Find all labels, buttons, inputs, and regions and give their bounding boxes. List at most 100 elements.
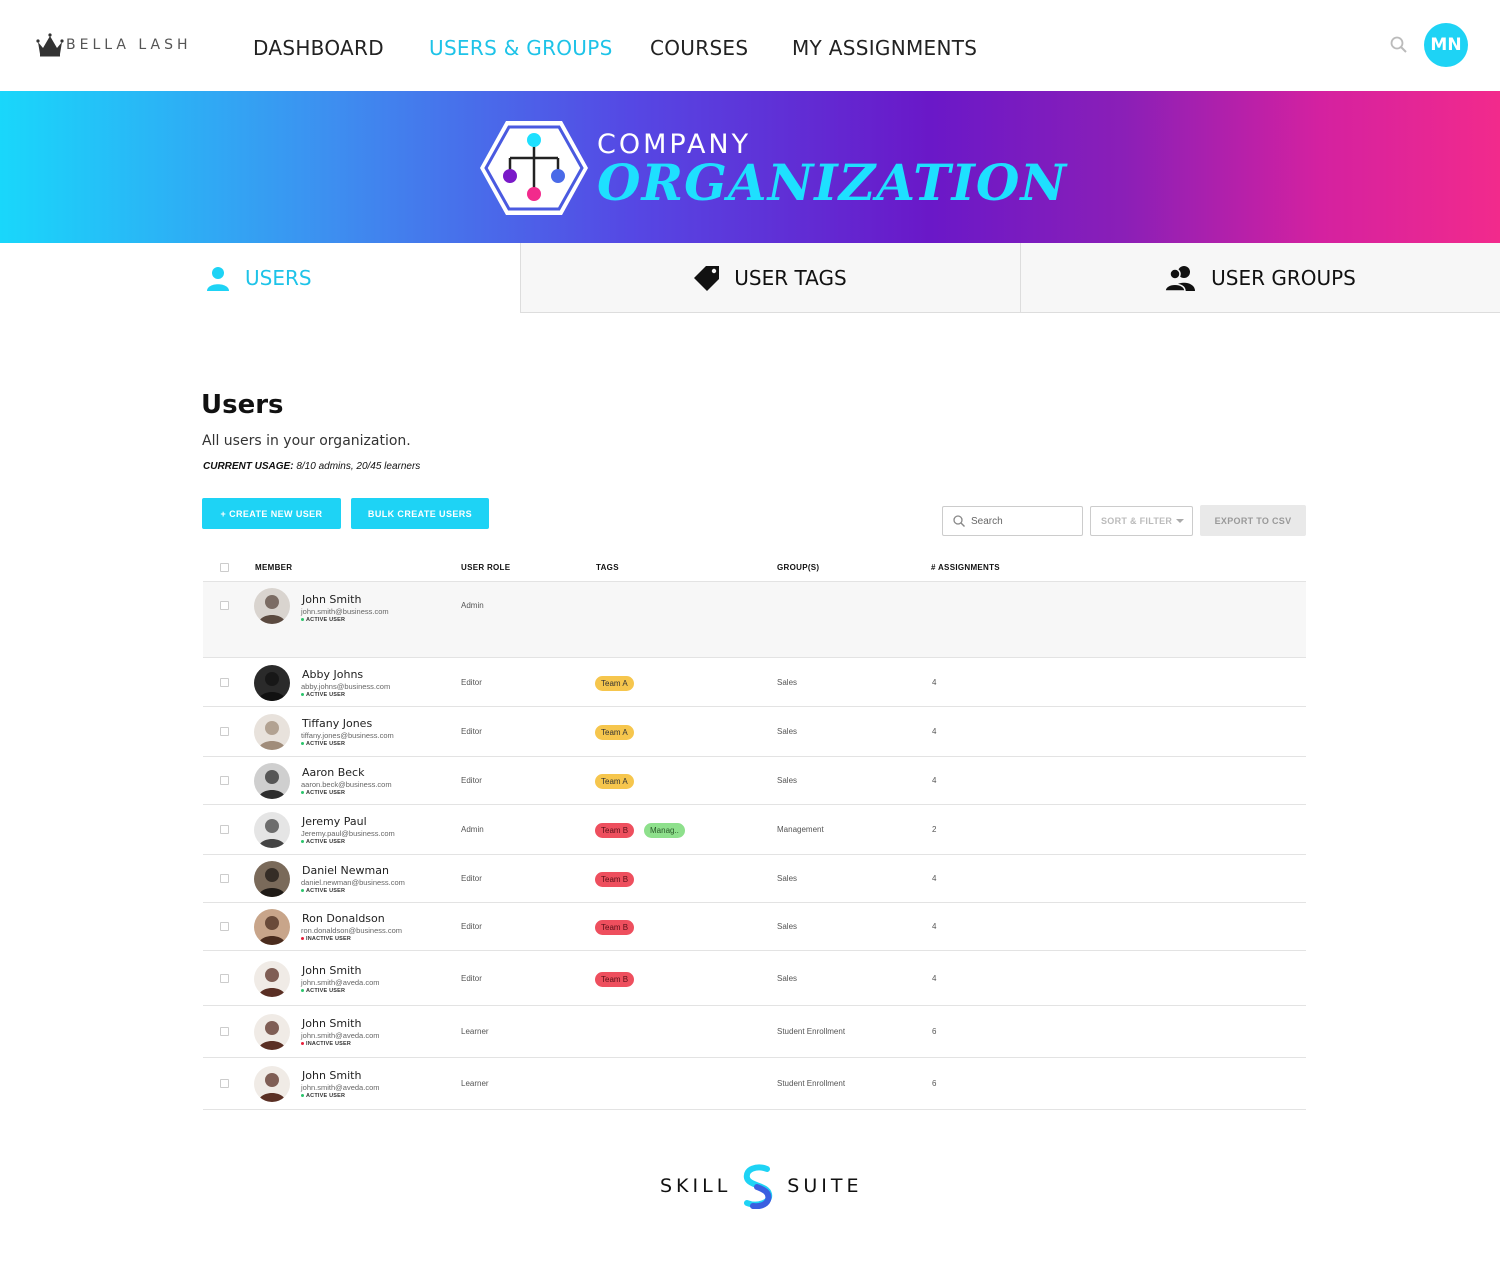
avatar <box>254 861 290 897</box>
usage-value: 8/10 admins, 20/45 learners <box>296 461 421 472</box>
export-csv-button[interactable]: EXPORT TO CSV <box>1200 505 1306 536</box>
tag-badge[interactable]: Manag.. <box>644 823 685 838</box>
status-dot-icon <box>301 1042 304 1046</box>
user-role: Editor <box>461 677 482 687</box>
status-label: ACTIVE USER <box>306 888 346 894</box>
user-group: Sales <box>777 727 798 736</box>
table-row[interactable]: Aaron Beck aaron.beck@business.com ACTIVE … <box>203 757 1306 805</box>
member-email: john.smith@aveda.com <box>301 977 380 987</box>
user-group: Sales <box>777 973 798 983</box>
row-checkbox[interactable] <box>220 776 229 785</box>
column-tags[interactable]: TAGS <box>596 563 619 572</box>
search-input[interactable]: Search <box>942 506 1083 536</box>
avatar <box>254 1014 290 1050</box>
table-row[interactable]: Tiffany Jones tiffany.jones@business.com A… <box>203 707 1306 757</box>
table-row[interactable]: Jeremy Paul Jeremy.paul@business.com ACTIV… <box>203 805 1306 855</box>
row-checkbox[interactable] <box>220 677 229 687</box>
column-assignments[interactable]: # ASSIGNMENTS <box>931 563 1000 572</box>
user-role: Editor <box>461 973 482 983</box>
user-role: Learner <box>461 1027 489 1036</box>
user-role: Learner <box>461 1079 489 1088</box>
create-new-user-button[interactable]: + CREATE NEW USER <box>202 498 341 529</box>
bulk-create-users-button[interactable]: BULK CREATE USERS <box>351 498 489 529</box>
nav-users-groups[interactable]: USERS & GROUPS <box>429 36 613 60</box>
table-row[interactable]: John Smith john.smith@business.com ACTIVE … <box>203 582 1306 658</box>
status-badge: INACTIVE USER <box>301 1041 351 1047</box>
avatar <box>254 714 290 750</box>
avatar <box>254 1066 290 1102</box>
column-member[interactable]: MEMBER <box>255 563 292 572</box>
member-email: john.smith@aveda.com <box>301 1031 380 1040</box>
table-row[interactable]: Daniel Newman daniel.newman@business.com A… <box>203 855 1306 903</box>
table-row[interactable]: Abby Johns abby.johns@business.com ACTIVE … <box>203 658 1306 707</box>
user-group: Management <box>777 825 824 834</box>
search-placeholder: Search <box>971 515 1003 527</box>
org-chart-icon <box>480 121 588 215</box>
status-badge: INACTIVE USER <box>301 936 351 942</box>
row-checkbox[interactable] <box>220 601 229 610</box>
assignment-count: 4 <box>932 922 937 931</box>
status-dot-icon <box>301 840 304 844</box>
tag-badge[interactable]: Team B <box>595 971 635 987</box>
tab-users[interactable]: USERS <box>0 243 520 313</box>
table-row[interactable]: Ron Donaldson ron.donaldson@business.com I… <box>203 903 1306 951</box>
row-checkbox[interactable] <box>220 973 229 983</box>
avatar <box>254 812 290 848</box>
row-checkbox[interactable] <box>220 922 229 931</box>
section-tabs: USERS USER TAGS USER GROUPS <box>0 243 1500 313</box>
member-name: Tiffany Jones <box>302 717 373 730</box>
select-all-checkbox[interactable] <box>220 563 229 572</box>
tab-user-groups-label: USER GROUPS <box>1211 265 1356 290</box>
tab-user-tags[interactable]: USER TAGS <box>520 243 1020 313</box>
status-dot-icon <box>301 618 304 622</box>
chevron-down-icon <box>1176 519 1184 523</box>
table-row[interactable]: John Smith john.smith@aveda.com ACTIVE USE… <box>203 1058 1306 1110</box>
status-dot-icon <box>301 937 304 941</box>
status-badge: ACTIVE USER <box>301 692 345 698</box>
brand-logo[interactable]: BELLA LASH <box>36 32 192 58</box>
row-checkbox[interactable] <box>220 874 229 883</box>
tag-icon <box>694 265 720 291</box>
footer-logo: SKILL SUITE <box>660 1163 862 1209</box>
status-label: INACTIVE USER <box>306 936 352 942</box>
member-name: Jeremy Paul <box>302 815 367 828</box>
member-email: daniel.newman@business.com <box>301 878 405 887</box>
tag-badge[interactable]: Team A <box>595 675 634 691</box>
assignment-count: 2 <box>932 825 937 834</box>
table-row[interactable]: John Smith john.smith@aveda.com ACTIVE USE… <box>203 951 1306 1006</box>
user-group: Student Enrollment <box>777 1027 846 1036</box>
user-role: Editor <box>461 776 482 785</box>
table-row[interactable]: John Smith john.smith@aveda.com INACTIVE U… <box>203 1006 1306 1058</box>
tag-badge[interactable]: Team B <box>595 823 635 838</box>
tag-badge[interactable]: Team A <box>595 774 634 789</box>
user-avatar[interactable]: MN <box>1424 23 1468 67</box>
row-checkbox[interactable] <box>220 727 229 736</box>
member-email: Jeremy.paul@business.com <box>301 829 395 838</box>
brand-name: BELLA LASH <box>66 37 192 53</box>
avatar <box>254 763 290 799</box>
column-groups[interactable]: GROUP(S) <box>777 563 819 572</box>
search-icon[interactable] <box>1390 36 1408 54</box>
status-dot-icon <box>301 1094 304 1098</box>
status-label: ACTIVE USER <box>306 691 346 698</box>
users-icon <box>1165 265 1197 291</box>
tag-badge[interactable]: Team A <box>595 725 634 740</box>
nav-my-assignments[interactable]: MY ASSIGNMENTS <box>792 36 977 60</box>
sort-filter-label: SORT & FILTER <box>1101 516 1173 526</box>
tag-badge[interactable]: Team B <box>595 920 635 935</box>
sort-filter-dropdown[interactable]: SORT & FILTER <box>1090 506 1193 536</box>
search-icon <box>953 515 965 527</box>
status-label: ACTIVE USER <box>306 790 346 796</box>
page-banner: COMPANY ORGANIZATION <box>0 91 1500 243</box>
tab-users-label: USERS <box>245 266 312 290</box>
row-checkbox[interactable] <box>220 1079 229 1088</box>
nav-courses[interactable]: COURSES <box>650 36 748 60</box>
top-navigation: BELLA LASH DASHBOARD USERS & GROUPS COUR… <box>0 0 1500 91</box>
column-user-role[interactable]: USER ROLE <box>461 563 510 572</box>
tag-badge[interactable]: Team B <box>595 872 635 887</box>
row-checkbox[interactable] <box>220 825 229 834</box>
status-badge: ACTIVE USER <box>301 741 345 747</box>
tab-user-groups[interactable]: USER GROUPS <box>1020 243 1500 313</box>
nav-dashboard[interactable]: DASHBOARD <box>253 36 384 60</box>
row-checkbox[interactable] <box>220 1027 229 1036</box>
